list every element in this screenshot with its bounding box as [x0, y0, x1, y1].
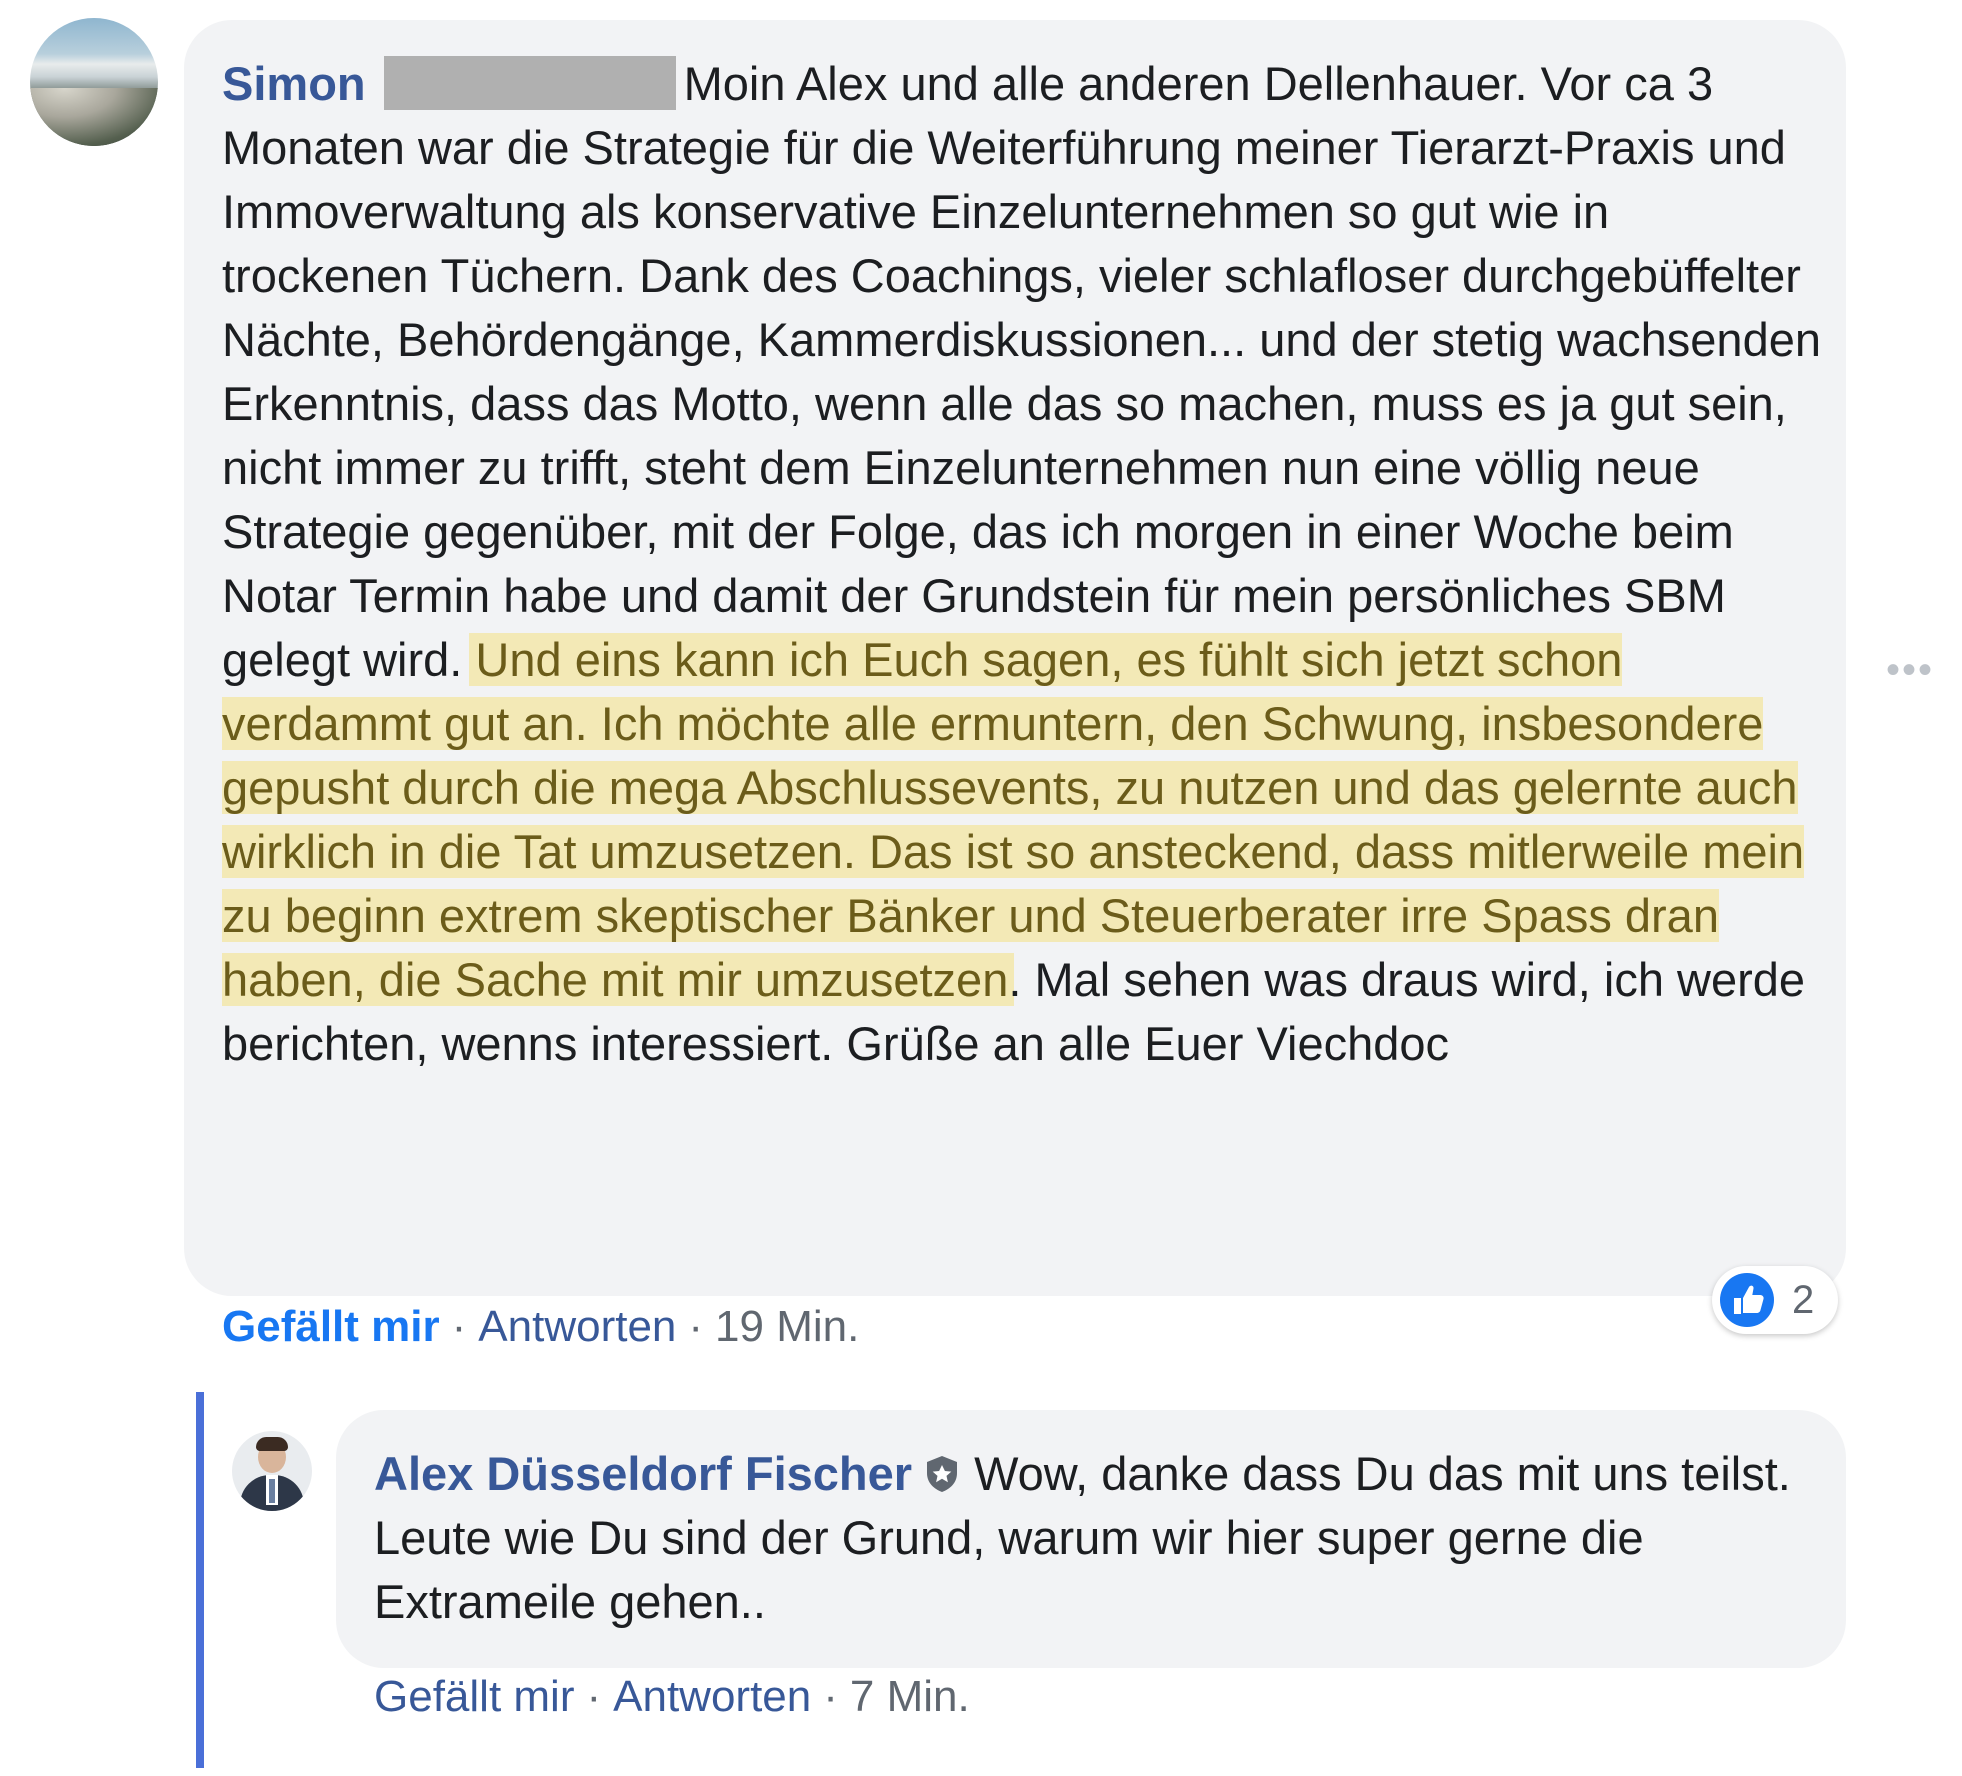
separator: · — [586, 1672, 602, 1721]
thumbs-up-icon — [1720, 1273, 1774, 1327]
comment-text-body: Moin Alex und alle anderen Dellenhauer. … — [222, 57, 1821, 686]
comment-author-name[interactable]: Simon — [222, 57, 366, 110]
reply-link[interactable]: Antworten — [478, 1302, 676, 1351]
reaction-count: 2 — [1792, 1278, 1815, 1322]
comment-actions: Gefällt mir · Antworten · 19 Min. — [222, 1302, 859, 1352]
redacted-surname — [383, 56, 676, 110]
reply-timestamp[interactable]: 7 Min. — [850, 1672, 970, 1721]
reply-author-name[interactable]: Alex Düsseldorf Fischer — [374, 1447, 912, 1500]
like-link[interactable]: Gefällt mir — [222, 1302, 440, 1351]
avatar-alex[interactable] — [232, 1431, 312, 1511]
comment-timestamp[interactable]: 19 Min. — [715, 1302, 859, 1351]
reply-actions: Gefällt mir · Antworten · 7 Min. — [374, 1672, 970, 1722]
comment-text: Simon Moin Alex und alle anderen Dellenha… — [222, 52, 1822, 1076]
reply-thread-line — [196, 1392, 204, 1768]
separator: · — [688, 1302, 704, 1351]
avatar-simon[interactable] — [30, 18, 158, 146]
reply-link[interactable]: Antworten — [613, 1672, 811, 1721]
more-options-icon[interactable]: ••• — [1886, 648, 1934, 693]
separator: · — [823, 1672, 838, 1721]
reaction-count-badge[interactable]: 2 — [1712, 1266, 1838, 1334]
reply-text: Alex Düsseldorf Fischer Wow, danke dass D… — [374, 1442, 1814, 1634]
separator: · — [451, 1302, 467, 1351]
like-link[interactable]: Gefällt mir — [374, 1672, 574, 1721]
highlighted-text: Und eins kann ich Euch sagen, es fühlt s… — [222, 633, 1805, 1006]
admin-shield-star-icon[interactable] — [920, 1448, 964, 1492]
